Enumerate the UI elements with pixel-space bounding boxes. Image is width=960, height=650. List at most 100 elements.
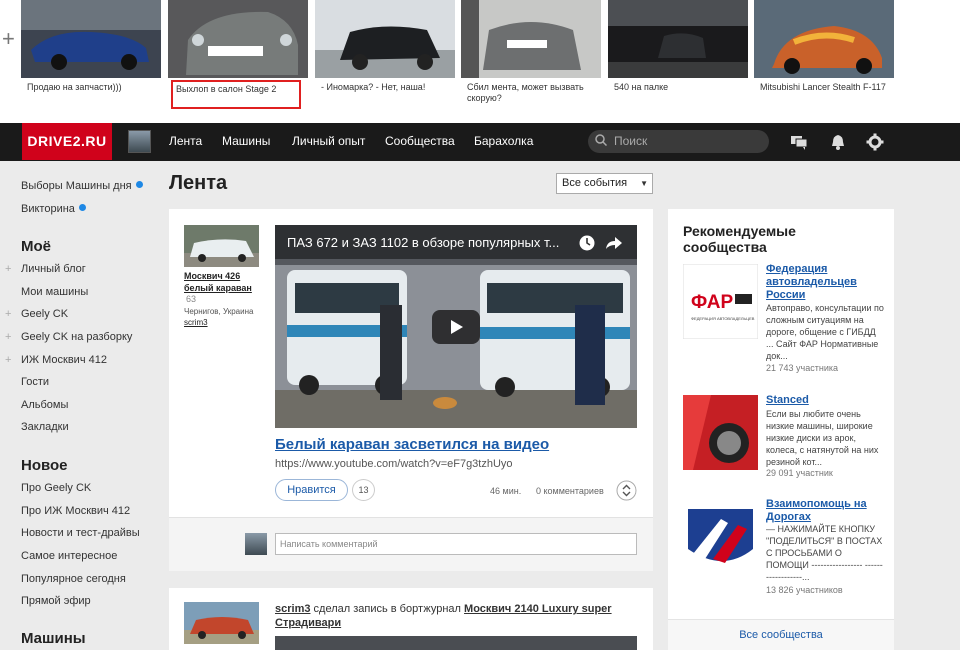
sidebar-item-bookmarks[interactable]: Закладки [21, 421, 69, 433]
sidebar-item-news[interactable]: Новости и тест-драйвы [21, 527, 140, 539]
filter-value: Все события [562, 177, 628, 189]
sidebar-item-albums[interactable]: Альбомы [21, 399, 68, 411]
nav-item-feed[interactable]: Лента [169, 134, 202, 148]
carousel-add-icon[interactable]: + [2, 28, 15, 50]
sidebar-heading-mine: Моё [21, 238, 51, 255]
car-location: Чернигов, Украина [184, 307, 254, 316]
carousel-thumb [608, 0, 748, 78]
plus-icon[interactable]: + [5, 263, 11, 275]
plus-icon[interactable]: + [5, 308, 11, 320]
sidebar-item-blog[interactable]: Личный блог [21, 263, 86, 275]
community-count: 21 743 участника [766, 363, 838, 373]
community-desc: Если вы любите очень низкие машины, широ… [766, 409, 879, 467]
messages-icon[interactable] [790, 133, 808, 151]
all-communities-link[interactable]: Все сообщества [668, 619, 894, 650]
carousel-caption: 540 на палке [614, 82, 669, 92]
sidebar-item-geely[interactable]: Geely CK [21, 308, 68, 320]
bell-icon[interactable] [829, 133, 847, 151]
community-count: 29 091 участник [766, 468, 833, 478]
sidebar-item-about-geely[interactable]: Про Geely CK [21, 482, 91, 494]
recommended-communities: Рекомендуемые сообщества ФАР ФЕДЕРАЦИЯ АВ… [668, 209, 894, 650]
sidebar-item-guests[interactable]: Гости [21, 376, 49, 388]
nav-item-market[interactable]: Барахолка [474, 134, 533, 148]
svg-text:ФАР: ФАР [691, 292, 733, 313]
carousel-item[interactable]: Mitsubishi Lancer Stealth F-117 [754, 0, 894, 106]
post-time: 46 мин. [490, 486, 522, 496]
community-logo[interactable] [683, 499, 758, 574]
author-link[interactable]: scrim3 [275, 603, 310, 615]
post-url[interactable]: https://www.youtube.com/watch?v=eF7g3tzh… [275, 458, 513, 470]
search-icon [595, 134, 607, 146]
likes-count: 13 [352, 479, 375, 501]
sidebar-item-my-cars[interactable]: Мои машины [21, 286, 88, 298]
carousel-thumb [461, 0, 601, 78]
nav-item-cars[interactable]: Машины [222, 134, 270, 148]
events-filter-select[interactable]: Все события ▼ [556, 173, 653, 194]
carousel-thumb [168, 0, 308, 78]
chevron-down-icon: ▼ [640, 179, 648, 188]
post-headline: scrim3 сделал запись в бортжурнал Москви… [275, 602, 645, 630]
gear-icon[interactable] [866, 133, 884, 151]
community-name[interactable]: Взаимопомощь на Дорогах [766, 498, 886, 524]
sidebar-item-moskvich[interactable]: ИЖ Москвич 412 [21, 354, 107, 366]
comments-link[interactable]: 0 комментариев [536, 486, 604, 496]
carousel-item[interactable]: Продаю на запчасти))) [21, 0, 161, 106]
author-link[interactable]: scrim3 [184, 318, 208, 327]
sidebar-item-label: Викторина [21, 203, 75, 215]
sidebar-item-geely-parts[interactable]: Geely CK на разборку [21, 331, 132, 343]
sidebar-item-label: Выборы Машины дня [21, 180, 132, 192]
top-navbar: DRIVE2.RU Лента Машины Личный опыт Сообщ… [0, 123, 960, 161]
plus-icon[interactable]: + [5, 354, 11, 366]
share-icon[interactable] [605, 234, 623, 252]
sidebar-heading-new: Новое [21, 457, 68, 474]
community-name[interactable]: Федерация автовладельцев России [766, 263, 886, 302]
expand-icon[interactable] [616, 480, 637, 501]
video-player[interactable]: ПАЗ 672 и ЗАЗ 1102 в обзоре популярных т… [275, 225, 637, 428]
sidebar-item-car-of-day[interactable]: Выборы Машины дня [21, 180, 143, 192]
site-logo[interactable]: DRIVE2.RU [22, 123, 112, 160]
comment-input[interactable]: Написать комментарий [275, 533, 637, 555]
carousel-thumb [315, 0, 455, 78]
carousel-item[interactable]: Сбил мента, может вызвать скорую? [461, 0, 601, 106]
sidebar-heading-cars: Машины [21, 630, 86, 647]
feed-post: scrim3 сделал запись в бортжурнал Москви… [169, 588, 653, 650]
photo-carousel: + Продаю на запчасти))) Выхлоп в салон S… [0, 0, 960, 123]
sidebar-item-about-moskvich[interactable]: Про ИЖ Москвич 412 [21, 505, 130, 517]
community-logo[interactable]: ФАР ФЕДЕРАЦИЯ АВТОВЛАДЕЛЬЦЕВ [683, 264, 758, 339]
community-logo[interactable] [683, 395, 758, 470]
commenter-avatar [245, 533, 267, 555]
play-icon [451, 320, 463, 334]
carousel-caption: Продаю на запчасти))) [27, 82, 122, 92]
search-input[interactable]: Поиск [588, 130, 769, 153]
clock-icon[interactable] [578, 234, 596, 252]
plus-icon[interactable]: + [5, 331, 11, 343]
sidebar-item-quiz[interactable]: Викторина [21, 203, 86, 215]
notification-dot [135, 181, 143, 188]
post-title-link[interactable]: Белый караван засветился на видео [275, 436, 549, 453]
carousel-item[interactable]: - Иномарка? - Нет, наша! [315, 0, 455, 106]
carousel-thumb [754, 0, 894, 78]
nav-item-communities[interactable]: Сообщества [385, 134, 455, 148]
video-title: ПАЗ 672 и ЗАЗ 1102 в обзоре популярных т… [287, 235, 560, 250]
car-thumbnail[interactable] [184, 225, 259, 267]
page-title: Лента [169, 172, 228, 194]
carousel-item[interactable]: 540 на палке [608, 0, 748, 106]
carousel-caption: Сбил мента, может вызвать скорую? [467, 82, 584, 103]
nav-item-experience[interactable]: Личный опыт [292, 134, 365, 148]
carousel-item[interactable]: Выхлоп в салон Stage 2 [168, 0, 308, 109]
feed-post: Москвич 426 белый караван 63 Чернигов, У… [169, 209, 653, 571]
sidebar-item-live[interactable]: Прямой эфир [21, 595, 91, 607]
car-name-link[interactable]: Москвич 426 белый караван [184, 270, 259, 294]
video-player[interactable] [275, 636, 637, 650]
community-name[interactable]: Stanced [766, 394, 886, 407]
car-thumbnail[interactable] [184, 602, 259, 644]
like-button[interactable]: Нравится [275, 479, 348, 501]
community-desc: — НАЖИМАЙТЕ КНОПКУ "ПОДЕЛИТЬСЯ" В ПОСТАХ… [766, 524, 883, 582]
user-avatar[interactable] [128, 130, 151, 153]
recommended-title: Рекомендуемые сообщества [683, 223, 796, 255]
post-action: сделал запись в бортжурнал [313, 603, 461, 615]
sidebar-item-popular[interactable]: Популярное сегодня [21, 573, 126, 585]
community-desc: Автоправо, консультации по сложным ситуа… [766, 303, 884, 361]
play-button[interactable] [432, 310, 480, 344]
sidebar-item-interesting[interactable]: Самое интересное [21, 550, 117, 562]
